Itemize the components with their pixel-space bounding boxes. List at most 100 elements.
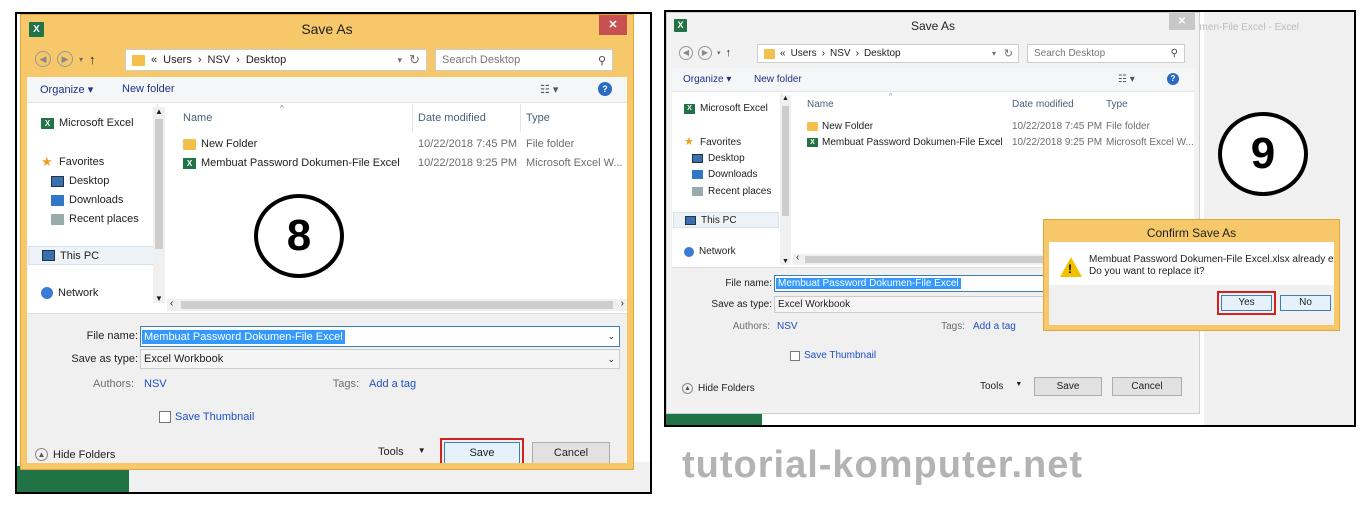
- save-type-select[interactable]: Excel Workbook ⌄: [140, 349, 620, 369]
- confirm-message-line2: Do you want to replace it?: [1089, 266, 1205, 277]
- sidebar-scrollbar[interactable]: ▲ ▼: [780, 95, 791, 265]
- refresh-button[interactable]: ↻: [409, 52, 420, 68]
- organize-button[interactable]: Organize ▾: [40, 83, 93, 96]
- hide-folders-button[interactable]: ▲ Hide Folders: [682, 383, 755, 394]
- save-button[interactable]: Save: [1034, 377, 1102, 396]
- column-date-modified[interactable]: Date modified: [1012, 99, 1074, 110]
- add-tag-link[interactable]: Add a tag: [973, 321, 1016, 332]
- dialog-title: Save As: [910, 19, 956, 33]
- file-row[interactable]: New Folder: [807, 121, 873, 132]
- column-name[interactable]: Name: [807, 99, 834, 110]
- sidebar-item-favorites[interactable]: ★ Favorites: [684, 136, 741, 149]
- chevron-down-icon[interactable]: ⌄: [607, 331, 615, 342]
- column-type[interactable]: Type: [1106, 99, 1128, 110]
- forward-button[interactable]: ▶: [698, 46, 712, 60]
- path-desktop[interactable]: Desktop: [864, 48, 901, 59]
- path-nsv[interactable]: NSV: [208, 54, 231, 66]
- no-button[interactable]: No: [1280, 295, 1331, 311]
- horizontal-scrollbar[interactable]: ‹ ›: [167, 298, 627, 311]
- help-icon[interactable]: ?: [1167, 73, 1179, 85]
- tools-button[interactable]: Tools ▼: [378, 446, 426, 458]
- path-users[interactable]: Users: [791, 48, 817, 59]
- warning-exclamation: !: [1068, 262, 1072, 276]
- scroll-up-icon[interactable]: ▲: [155, 107, 163, 116]
- scroll-left-icon[interactable]: ‹: [796, 252, 799, 263]
- view-options-button[interactable]: ☷ ▾: [540, 83, 558, 96]
- file-name-input[interactable]: Membuat Password Dokumen-File Excel ⌄: [140, 326, 620, 347]
- file-name: Membuat Password Dokumen-File Excel: [822, 137, 1003, 148]
- chevron-down-icon[interactable]: ⌄: [607, 354, 615, 365]
- view-options-button[interactable]: ☷ ▾: [1118, 74, 1135, 85]
- file-row[interactable]: New Folder: [183, 138, 257, 150]
- authors-value[interactable]: NSV: [777, 321, 798, 332]
- up-button[interactable]: ↑: [89, 52, 96, 67]
- new-folder-button[interactable]: New folder: [754, 74, 802, 85]
- tools-button[interactable]: Tools ▼: [980, 381, 1022, 392]
- save-thumbnail-checkbox[interactable]: Save Thumbnail: [790, 350, 876, 361]
- sidebar-item-downloads[interactable]: Downloads: [51, 194, 123, 206]
- address-dropdown-icon[interactable]: ▾: [397, 55, 402, 66]
- address-dropdown-icon[interactable]: ▾: [992, 49, 996, 58]
- sidebar-item-favorites[interactable]: ★ Favorites: [41, 155, 104, 168]
- organize-button[interactable]: Organize ▾: [683, 74, 731, 85]
- path-users[interactable]: Users: [163, 54, 192, 66]
- scroll-down-icon[interactable]: ▼: [782, 258, 789, 265]
- help-icon[interactable]: ?: [598, 82, 612, 96]
- file-type: Microsoft Excel W...: [1106, 137, 1194, 148]
- add-tag-link[interactable]: Add a tag: [369, 378, 416, 390]
- scroll-right-icon[interactable]: ›: [621, 298, 624, 309]
- tags-label: Tags:: [332, 378, 359, 390]
- forward-button[interactable]: ▶: [57, 51, 73, 67]
- sidebar-item-recent-places[interactable]: Recent places: [692, 186, 771, 197]
- sidebar-item-desktop[interactable]: Desktop: [692, 153, 745, 164]
- sidebar-scrollbar[interactable]: ▲ ▼: [153, 107, 165, 303]
- sidebar-item-this-pc[interactable]: This PC: [673, 212, 779, 228]
- sidebar-item-recent-places[interactable]: Recent places: [51, 213, 139, 225]
- hide-folders-button[interactable]: ▲ Hide Folders: [35, 448, 115, 461]
- recent-dropdown-icon[interactable]: ▾: [717, 49, 721, 57]
- chevron-up-icon: ▲: [35, 448, 48, 461]
- back-button[interactable]: ◀: [35, 51, 51, 67]
- refresh-button[interactable]: ↻: [1004, 47, 1013, 60]
- new-folder-button[interactable]: New folder: [122, 83, 175, 95]
- cancel-button[interactable]: Cancel: [532, 442, 610, 463]
- sidebar-item-desktop[interactable]: Desktop: [51, 175, 109, 187]
- close-button[interactable]: ✕: [1169, 13, 1195, 30]
- cancel-button[interactable]: Cancel: [1112, 377, 1182, 396]
- sidebar-item-microsoft-excel[interactable]: X Microsoft Excel: [41, 117, 134, 129]
- sidebar-item-this-pc[interactable]: This PC: [28, 246, 154, 265]
- folder-icon: [807, 122, 818, 131]
- close-button[interactable]: ✕: [599, 15, 627, 35]
- search-placeholder: Search Desktop: [442, 54, 521, 66]
- scroll-down-icon[interactable]: ▼: [155, 294, 163, 303]
- scroll-up-icon[interactable]: ▲: [782, 95, 789, 102]
- address-bar[interactable]: « Users › NSV › Desktop ▾ ↻: [757, 44, 1019, 63]
- address-bar[interactable]: « Users › NSV › Desktop ▾ ↻: [125, 49, 427, 71]
- sidebar-item-microsoft-excel[interactable]: X Microsoft Excel: [684, 103, 768, 114]
- sidebar-item-downloads[interactable]: Downloads: [692, 169, 757, 180]
- search-input[interactable]: Search Desktop ⚲: [435, 49, 613, 71]
- up-button[interactable]: ↑: [726, 47, 732, 59]
- scroll-thumb[interactable]: [181, 301, 613, 309]
- checkbox-box[interactable]: [790, 350, 800, 361]
- column-date-modified[interactable]: Date modified: [418, 112, 486, 124]
- recent-dropdown-icon[interactable]: ▾: [79, 55, 83, 64]
- file-row[interactable]: X Membuat Password Dokumen-File Excel: [183, 157, 400, 169]
- sidebar-item-network[interactable]: Network: [41, 287, 98, 299]
- sidebar-item-network[interactable]: Network: [684, 246, 736, 257]
- save-thumbnail-checkbox[interactable]: Save Thumbnail: [159, 411, 254, 423]
- path-nsv[interactable]: NSV: [830, 48, 851, 59]
- authors-value[interactable]: NSV: [144, 378, 167, 390]
- scroll-left-icon[interactable]: ‹: [170, 298, 173, 309]
- path-desktop[interactable]: Desktop: [246, 54, 286, 66]
- scroll-thumb[interactable]: [782, 106, 789, 216]
- back-button[interactable]: ◀: [679, 46, 693, 60]
- file-row[interactable]: X Membuat Password Dokumen-File Excel: [807, 137, 1003, 148]
- search-input[interactable]: Search Desktop ⚲: [1027, 44, 1185, 63]
- chevron-down-icon: ▼: [1015, 381, 1023, 388]
- scroll-thumb[interactable]: [155, 119, 163, 249]
- column-name[interactable]: Name: [183, 112, 212, 124]
- column-type[interactable]: Type: [526, 112, 550, 124]
- checkbox-box[interactable]: [159, 411, 171, 423]
- computer-icon: [42, 250, 55, 261]
